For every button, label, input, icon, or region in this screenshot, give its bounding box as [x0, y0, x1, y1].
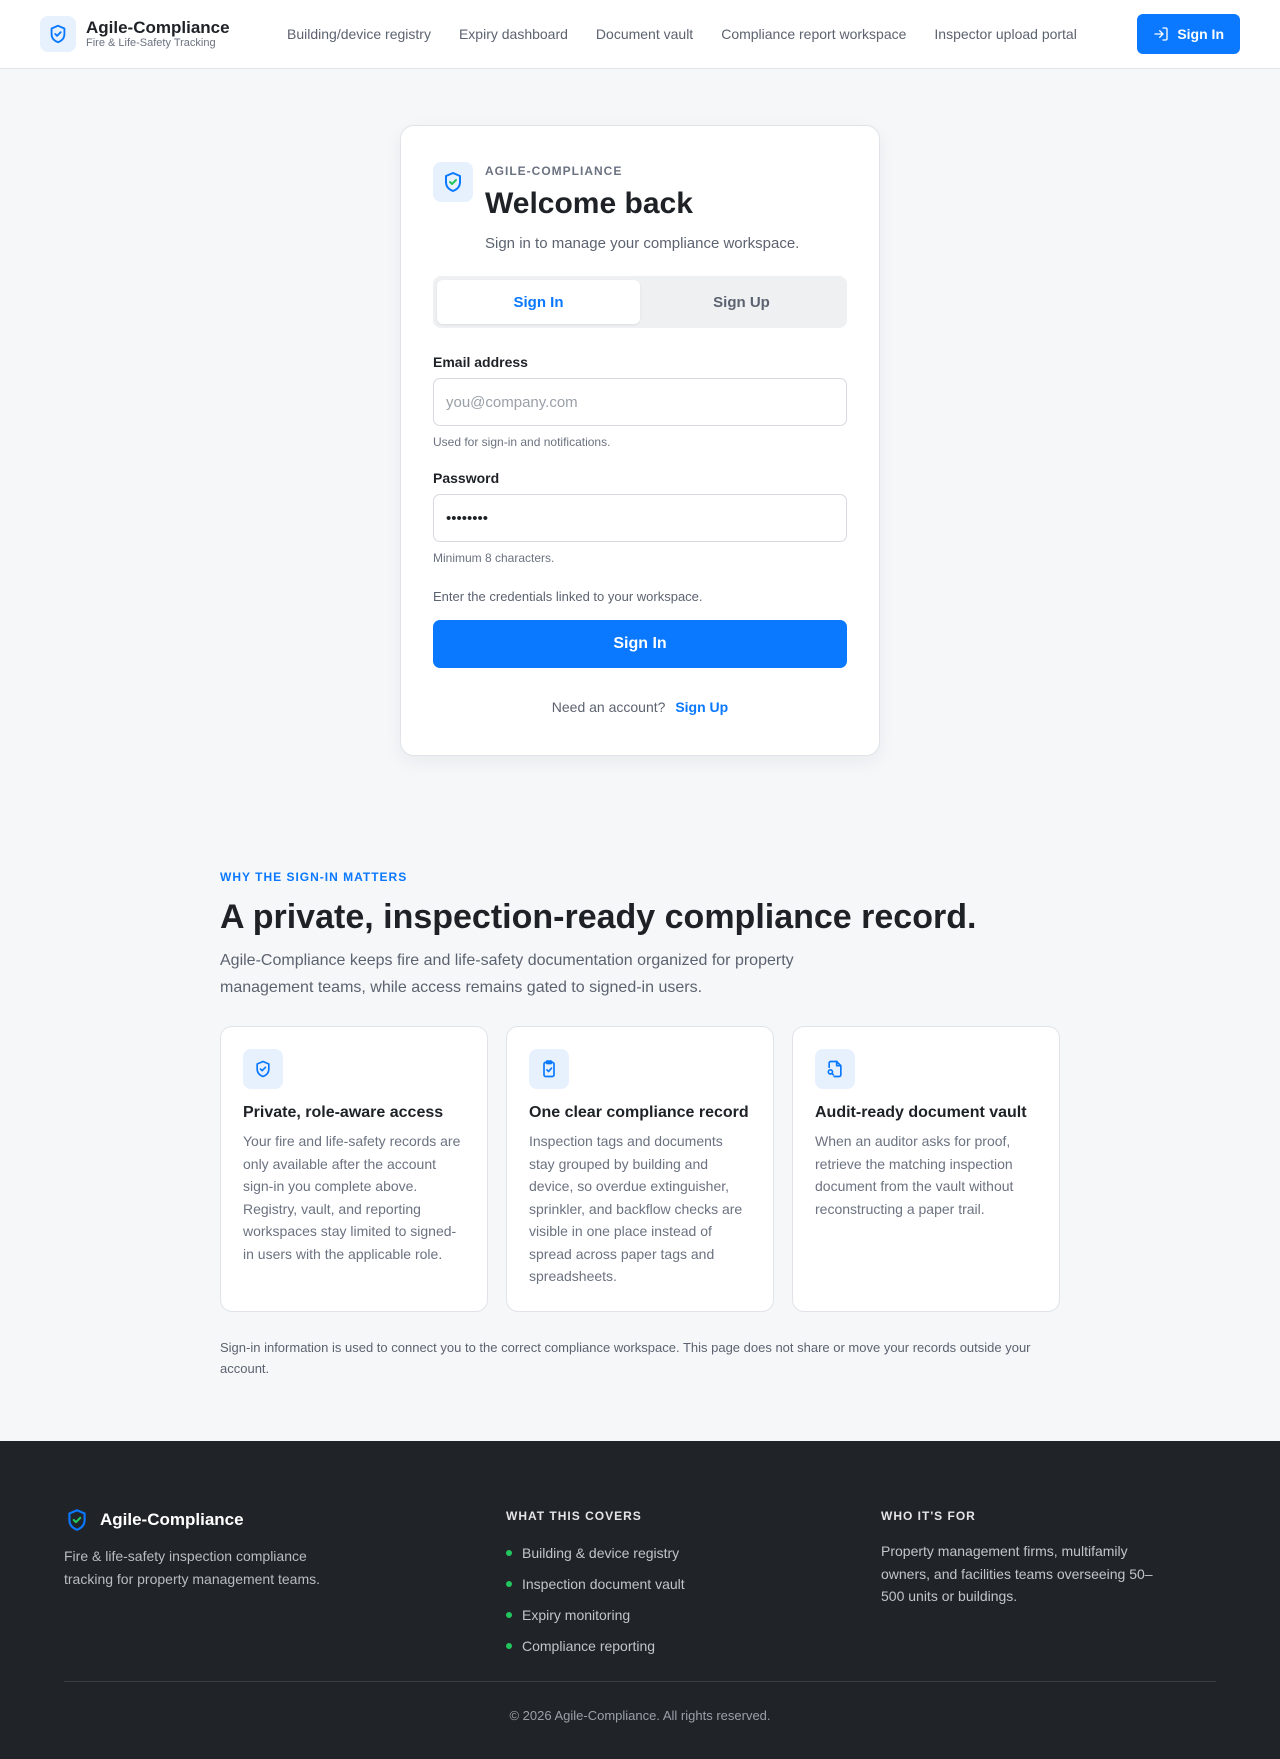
switch-auth-row: Need an account? Sign Up — [433, 699, 847, 715]
footer-divider — [64, 1681, 1216, 1682]
list-item: Expiry monitoring — [506, 1599, 881, 1630]
footer-who-heading: WHO IT'S FOR — [881, 1509, 976, 1523]
email-label: Email address — [433, 354, 528, 370]
credentials-note: Enter the credentials linked to your wor… — [433, 589, 703, 604]
sign-in-icon — [1154, 27, 1168, 41]
feature-card: One clear compliance record Inspection t… — [506, 1026, 774, 1312]
card-title: Welcome back — [485, 187, 693, 220]
feature-body: When an auditor asks for proof, retrieve… — [815, 1133, 1014, 1217]
feature-title: One clear compliance record — [529, 1104, 749, 1121]
list-item-label: Inspection document vault — [522, 1575, 685, 1592]
list-item-label: Building & device registry — [522, 1544, 680, 1561]
nav-document-vault[interactable]: Document vault — [596, 26, 693, 42]
top-navbar: Agile-Compliance Fire & Life-Safety Trac… — [0, 0, 1280, 69]
password-label: Password — [433, 470, 500, 486]
password-field[interactable] — [433, 494, 847, 542]
footer: Agile-Compliance Fire & life-safety insp… — [0, 1441, 1280, 1759]
footer-who-body: Property management firms, multifamily o… — [881, 1543, 1153, 1604]
tab-sign-in[interactable]: Sign In — [437, 280, 640, 324]
nav-building-device-registry[interactable]: Building/device registry — [287, 26, 431, 42]
footer-brand[interactable]: Agile-Compliance — [64, 1507, 506, 1533]
card-subtitle: Sign in to manage your compliance worksp… — [485, 235, 800, 252]
tab-sign-up[interactable]: Sign Up — [640, 280, 843, 324]
feature-title: Audit-ready document vault — [815, 1104, 1027, 1121]
feature-body: Your fire and life-safety records are on… — [243, 1133, 461, 1262]
bullet-dot-icon — [506, 1642, 512, 1649]
header-sign-in-label: Sign In — [1177, 26, 1224, 42]
feature-cards: Private, role-aware access Your fire and… — [220, 1026, 1060, 1312]
email-hint: Used for sign-in and notifications. — [433, 435, 611, 449]
why-title: A private, inspection-ready compliance r… — [220, 898, 977, 936]
footer-description: Fire & life-safety inspection compliance… — [64, 1548, 321, 1587]
footer-brand-name: Agile-Compliance — [100, 1510, 244, 1529]
feature-body: Inspection tags and documents stay group… — [529, 1133, 743, 1284]
privacy-note: Sign-in information is used to connect y… — [220, 1340, 1031, 1376]
bullet-dot-icon — [506, 1549, 512, 1556]
sign-in-card: AGILE-COMPLIANCE Welcome back Sign in to… — [400, 125, 880, 756]
password-hint: Minimum 8 characters. — [433, 551, 555, 565]
nav-expiry-dashboard[interactable]: Expiry dashboard — [459, 26, 568, 42]
main-nav: Building/device registry Expiry dashboar… — [287, 26, 1137, 42]
list-item-label: Expiry monitoring — [522, 1606, 631, 1623]
bullet-dot-icon — [506, 1580, 512, 1587]
clipboard-check-icon — [529, 1049, 569, 1089]
copyright: © 2026 Agile-Compliance. All rights rese… — [509, 1708, 771, 1723]
brand-tagline: Fire & Life-Safety Tracking — [86, 37, 216, 49]
footer-covers-heading: WHAT THIS COVERS — [506, 1509, 642, 1523]
brand[interactable]: Agile-Compliance Fire & Life-Safety Trac… — [40, 16, 287, 52]
feature-card: Private, role-aware access Your fire and… — [220, 1026, 488, 1312]
list-item-label: Compliance reporting — [522, 1637, 656, 1654]
switch-prompt: Need an account? — [551, 699, 666, 715]
why-section: WHY THE SIGN-IN MATTERS A private, inspe… — [220, 756, 1060, 1379]
bullet-dot-icon — [506, 1611, 512, 1618]
card-eyebrow: AGILE-COMPLIANCE — [485, 164, 623, 178]
list-item: Inspection document vault — [506, 1568, 881, 1599]
sign-in-submit-button[interactable]: Sign In — [433, 620, 847, 668]
email-field[interactable] — [433, 378, 847, 426]
nav-inspector-upload-portal[interactable]: Inspector upload portal — [934, 26, 1076, 42]
nav-compliance-report-workspace[interactable]: Compliance report workspace — [721, 26, 906, 42]
list-item: Building & device registry — [506, 1537, 881, 1568]
shield-check-icon — [433, 162, 473, 202]
shield-check-icon — [40, 16, 76, 52]
brand-name: Agile-Compliance — [86, 18, 230, 37]
shield-check-icon — [243, 1049, 283, 1089]
footer-covers-list: Building & device registry Inspection do… — [506, 1537, 881, 1661]
auth-tabs: Sign In Sign Up — [433, 276, 847, 328]
sign-up-link[interactable]: Sign Up — [675, 699, 728, 715]
feature-card: Audit-ready document vault When an audit… — [792, 1026, 1060, 1312]
feature-title: Private, role-aware access — [243, 1104, 444, 1121]
shield-check-icon — [68, 1509, 86, 1531]
list-item: Compliance reporting — [506, 1630, 881, 1661]
file-search-icon — [815, 1049, 855, 1089]
why-eyebrow: WHY THE SIGN-IN MATTERS — [220, 870, 408, 884]
why-lede: Agile-Compliance keeps fire and life-saf… — [220, 952, 794, 996]
header-sign-in-button[interactable]: Sign In — [1137, 14, 1240, 54]
